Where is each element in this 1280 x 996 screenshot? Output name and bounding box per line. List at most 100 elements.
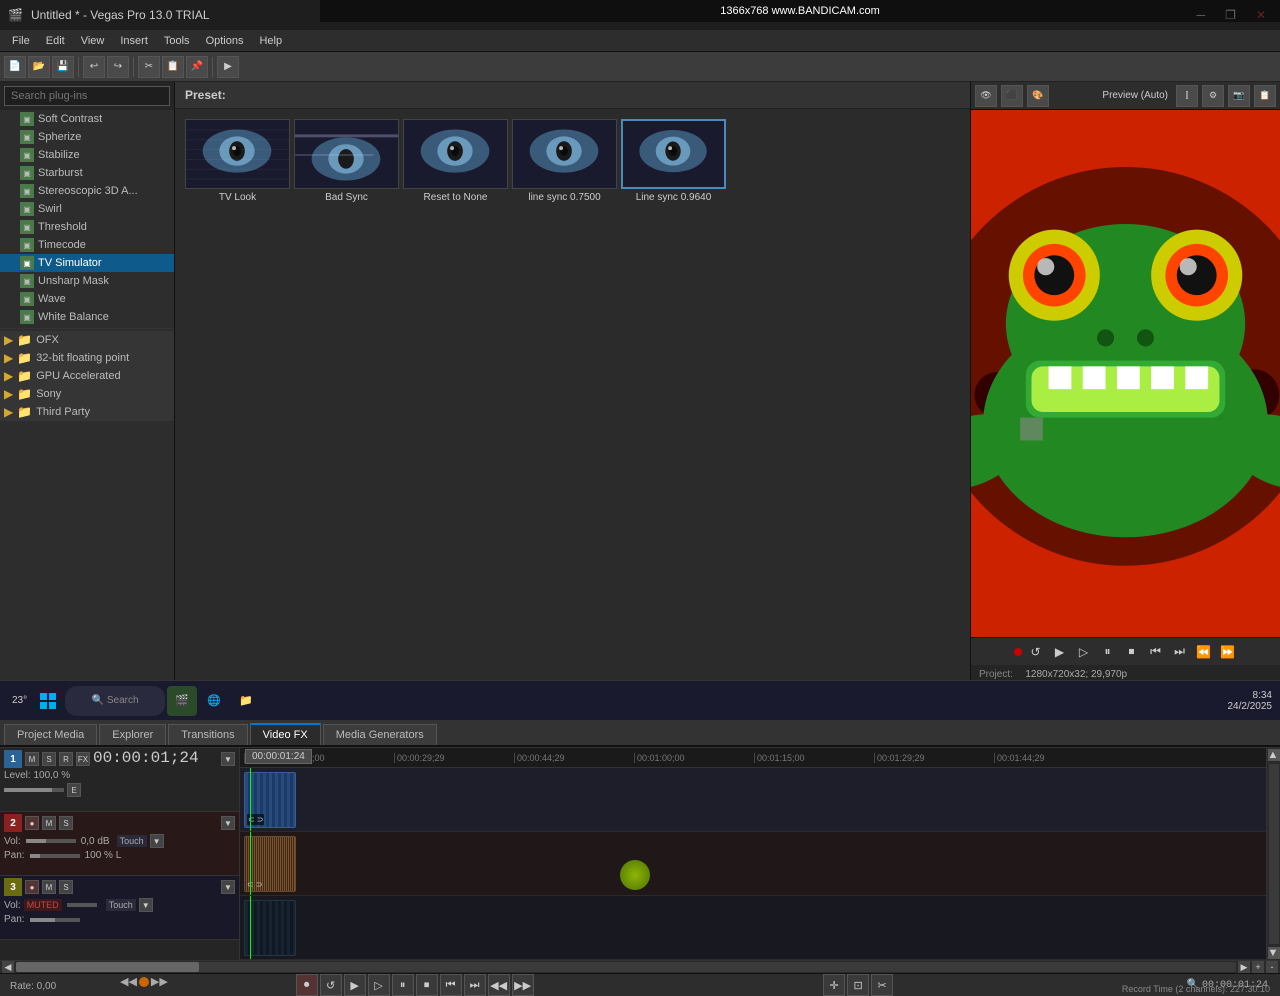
folder-sony[interactable]: ▶ 📁 Sony bbox=[0, 385, 174, 403]
preview-stop-button[interactable]: ⏹ bbox=[1122, 642, 1142, 662]
zoom-out-button[interactable]: - bbox=[1266, 961, 1278, 973]
preview-split-button[interactable]: ⫿ bbox=[1176, 85, 1198, 107]
preview-play-loop-button[interactable]: ▷ bbox=[1074, 642, 1094, 662]
vol-slider-2[interactable] bbox=[26, 839, 76, 843]
taskbar-explorer-button[interactable]: 📁 bbox=[231, 686, 261, 716]
transport-pause-button[interactable]: ⏸ bbox=[392, 974, 414, 996]
menu-view[interactable]: View bbox=[73, 33, 113, 49]
transport-stop-button[interactable]: ⏹ bbox=[416, 974, 438, 996]
folder-ofx[interactable]: ▶ 📁 OFX bbox=[0, 331, 174, 349]
folder-32bit[interactable]: ▶ 📁 32-bit floating point bbox=[0, 349, 174, 367]
tab-video-fx[interactable]: Video FX bbox=[250, 723, 321, 745]
taskbar-chrome-button[interactable]: 🌐 bbox=[199, 686, 229, 716]
pan-slider-2[interactable] bbox=[30, 854, 80, 858]
preview-prev-frame-button[interactable]: ⏮ bbox=[1146, 642, 1166, 662]
undo-button[interactable]: ↩ bbox=[83, 56, 105, 78]
scroll-thumb[interactable] bbox=[1269, 764, 1279, 944]
plugin-stabilize[interactable]: ▣ Stabilize bbox=[0, 146, 174, 164]
preview-auto-label[interactable]: Preview (Auto) bbox=[1098, 90, 1172, 101]
render-button[interactable]: ▶ bbox=[217, 56, 239, 78]
plugin-white-balance[interactable]: ▣ White Balance bbox=[0, 308, 174, 326]
copy-button[interactable]: 📋 bbox=[162, 56, 184, 78]
transport-play-button[interactable]: ▶ bbox=[344, 974, 366, 996]
clip-btn-right[interactable]: ⊃ bbox=[257, 815, 264, 824]
track-pan-3[interactable]: ▼ bbox=[139, 898, 153, 912]
preset-reset-to-none[interactable]: Reset to None bbox=[403, 119, 508, 690]
track-pan-2[interactable]: ▼ bbox=[150, 834, 164, 848]
track-fx-1[interactable]: FX bbox=[76, 752, 90, 766]
menu-edit[interactable]: Edit bbox=[38, 33, 73, 49]
scroll-left-button[interactable]: ◀ bbox=[2, 961, 14, 973]
preview-loop-button[interactable]: ↺ bbox=[1026, 642, 1046, 662]
open-button[interactable]: 📂 bbox=[28, 56, 50, 78]
taskbar-vegas-button[interactable]: 🎬 bbox=[167, 686, 197, 716]
plugin-timecode[interactable]: ▣ Timecode bbox=[0, 236, 174, 254]
select-mode-button[interactable]: ⊡ bbox=[847, 974, 869, 996]
plugin-unsharp-mask[interactable]: ▣ Unsharp Mask bbox=[0, 272, 174, 290]
plugin-wave[interactable]: ▣ Wave bbox=[0, 290, 174, 308]
redo-button[interactable]: ↪ bbox=[107, 56, 129, 78]
tab-transitions[interactable]: Transitions bbox=[168, 724, 247, 745]
track-menu-2[interactable]: ▼ bbox=[221, 816, 235, 830]
preview-settings-button[interactable]: ⚙ bbox=[1202, 85, 1224, 107]
preview-color-button[interactable]: 🎨 bbox=[1027, 85, 1049, 107]
transport-record-button[interactable]: ⏺ bbox=[296, 974, 318, 996]
audio-clip-1[interactable]: ⊂ ⊃ bbox=[244, 836, 296, 892]
video-clip-1[interactable]: ⊂ ⊃ bbox=[244, 772, 296, 828]
zoom-in-button[interactable]: + bbox=[1252, 961, 1264, 973]
track-solo-3[interactable]: S bbox=[59, 880, 73, 894]
scroll-bar-thumb[interactable] bbox=[16, 962, 199, 972]
plugin-tv-simulator[interactable]: ▣ TV Simulator bbox=[0, 254, 174, 272]
preset-line-sync-96[interactable]: Line sync 0.9640 bbox=[621, 119, 726, 690]
restore-button[interactable]: ❐ bbox=[1219, 6, 1242, 24]
track-record-1[interactable]: R bbox=[59, 752, 73, 766]
taskbar-windows-button[interactable] bbox=[33, 686, 63, 716]
track-menu-1[interactable]: ▼ bbox=[221, 752, 235, 766]
track-menu-3[interactable]: ▼ bbox=[221, 880, 235, 894]
menu-file[interactable]: File bbox=[4, 33, 38, 49]
preview-pause-button[interactable]: ⏸ bbox=[1098, 642, 1118, 662]
timeline-scrollbar[interactable]: ◀ ▶ + - bbox=[0, 960, 1280, 973]
transport-prev-button[interactable]: ⏮ bbox=[440, 974, 462, 996]
minimize-button[interactable]: ─ bbox=[1191, 6, 1212, 24]
trim-mode-button[interactable]: ✂ bbox=[871, 974, 893, 996]
preview-next-frame-button[interactable]: ⏭ bbox=[1170, 642, 1190, 662]
preset-tv-look[interactable]: TV Look bbox=[185, 119, 290, 690]
scroll-up-button[interactable]: ▲ bbox=[1268, 749, 1280, 761]
taskbar-search-button[interactable]: 🔍 Search bbox=[65, 686, 165, 716]
plugin-starburst[interactable]: ▣ Starburst bbox=[0, 164, 174, 182]
rate-forward-button[interactable]: ▶▶ bbox=[151, 975, 168, 988]
plugin-stereoscopic[interactable]: ▣ Stereoscopic 3D A... bbox=[0, 182, 174, 200]
transport-next-frame-button[interactable]: ▶▶ bbox=[512, 974, 534, 996]
preset-bad-sync[interactable]: Bad Sync bbox=[294, 119, 399, 690]
plugin-spherize[interactable]: ▣ Spherize bbox=[0, 128, 174, 146]
tab-media-generators[interactable]: Media Generators bbox=[323, 724, 437, 745]
scroll-down-button[interactable]: ▼ bbox=[1268, 947, 1280, 959]
preview-view-button[interactable]: 👁 bbox=[975, 85, 997, 107]
folder-gpu[interactable]: ▶ 📁 GPU Accelerated bbox=[0, 367, 174, 385]
preview-copy-button[interactable]: 📋 bbox=[1254, 85, 1276, 107]
paste-button[interactable]: 📌 bbox=[186, 56, 208, 78]
track-envelope-1[interactable]: E bbox=[67, 783, 81, 797]
track-solo-2[interactable]: S bbox=[59, 816, 73, 830]
track-solo-1[interactable]: S bbox=[42, 752, 56, 766]
save-button[interactable]: 💾 bbox=[52, 56, 74, 78]
plugin-swirl[interactable]: ▣ Swirl bbox=[0, 200, 174, 218]
transport-loop-button[interactable]: ↺ bbox=[320, 974, 342, 996]
pan-slider-3[interactable] bbox=[30, 918, 80, 922]
audio-clip-2[interactable] bbox=[244, 900, 296, 956]
tab-explorer[interactable]: Explorer bbox=[99, 724, 166, 745]
rate-reverse-button[interactable]: ◀◀ bbox=[120, 975, 137, 988]
transport-prev-frame-button[interactable]: ◀◀ bbox=[488, 974, 510, 996]
new-button[interactable]: 📄 bbox=[4, 56, 26, 78]
search-input[interactable] bbox=[4, 86, 170, 106]
clip-btn-left[interactable]: ⊂ bbox=[248, 815, 255, 824]
rate-indicator[interactable] bbox=[139, 977, 149, 987]
track-mute-1[interactable]: M bbox=[25, 752, 39, 766]
tab-project-media[interactable]: Project Media bbox=[4, 724, 97, 745]
track-record-arm-3[interactable]: ● bbox=[25, 880, 39, 894]
preview-play-button[interactable]: ▶ bbox=[1050, 642, 1070, 662]
close-button[interactable]: ✕ bbox=[1250, 6, 1272, 24]
menu-help[interactable]: Help bbox=[251, 33, 290, 49]
cut-button[interactable]: ✂ bbox=[138, 56, 160, 78]
